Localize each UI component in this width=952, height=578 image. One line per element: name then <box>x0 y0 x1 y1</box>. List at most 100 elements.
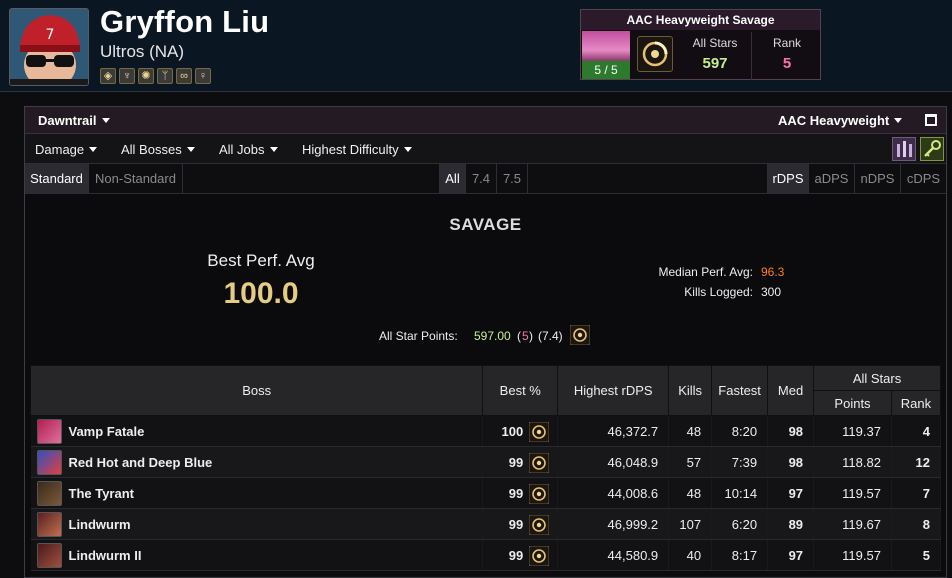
all-star-swirl-icon <box>529 484 550 504</box>
points-cell: 119.37 <box>813 415 892 447</box>
expansion-dropdown[interactable]: Dawntrail <box>38 113 110 128</box>
zone-thumbnail: 5 / 5 <box>582 31 630 79</box>
best-cell: 99 <box>482 508 559 540</box>
boss-column-header[interactable]: Boss <box>29 365 484 416</box>
chevron-down-icon <box>186 147 195 152</box>
rdps-toggle[interactable]: rDPS <box>767 164 809 193</box>
kills-cell: 57 <box>668 446 713 478</box>
jobs-dropdown[interactable]: All Jobs <box>219 142 278 157</box>
patch-7-4-toggle[interactable]: 7.4 <box>466 164 497 193</box>
all-star-rank-open-paren: ( <box>517 329 521 343</box>
kills-logged-value: 300 <box>761 285 782 299</box>
kills-cell: 40 <box>668 539 713 571</box>
zone-label: AAC Heavyweight <box>778 113 890 128</box>
table-row[interactable]: Vamp Fatale 100 46,372.7 48 8:20 98 119.… <box>30 415 942 447</box>
kills-logged-label: Kills Logged: <box>684 285 753 299</box>
median-perf-label: Median Perf. Avg: <box>658 265 754 279</box>
healer-job-icon[interactable]: ♆ <box>119 68 135 84</box>
chevron-down-icon <box>894 118 903 123</box>
rank-cell: 4 <box>891 415 942 447</box>
all-star-rank-value: 5 <box>522 329 529 343</box>
best-cell: 99 <box>482 446 559 478</box>
chevron-down-icon <box>89 147 98 152</box>
boss-name[interactable]: Lindwurm <box>69 517 131 532</box>
all-stars-value: 597 <box>702 55 728 72</box>
kills-cell: 48 <box>668 415 713 447</box>
rdps-column-header[interactable]: Highest rDPS <box>557 365 670 416</box>
fastest-cell: 8:20 <box>711 415 769 447</box>
boss-cell[interactable]: The Tyrant <box>30 477 484 509</box>
median-perf-value: 96.3 <box>761 265 785 279</box>
standard-toggle[interactable]: Standard <box>25 164 89 193</box>
all-star-swirl-icon <box>529 515 550 535</box>
table-row[interactable]: Lindwurm 99 46,999.2 107 6:20 89 119.67 … <box>30 508 942 540</box>
star-job-icon[interactable]: ✺ <box>138 68 154 84</box>
cdps-toggle[interactable]: cDPS <box>901 164 946 193</box>
key-job-icon[interactable]: ♀ <box>195 68 211 84</box>
patch-all-toggle[interactable]: All <box>439 164 466 193</box>
job-icon-list: ◈ ♆ ✺ ᛘ ∞ ♀ <box>100 68 211 84</box>
rank-cell: 12 <box>891 446 942 478</box>
difficulty-title: SAVAGE <box>449 215 522 234</box>
difficulty-dropdown[interactable]: Highest Difficulty <box>302 142 412 157</box>
table-row[interactable]: Red Hot and Deep Blue 99 46,048.9 57 7:3… <box>30 446 942 478</box>
med-cell: 98 <box>767 446 815 478</box>
rank-label: Rank <box>772 36 801 50</box>
metric-dropdown[interactable]: Damage <box>35 142 98 157</box>
boss-name[interactable]: The Tyrant <box>69 486 135 501</box>
points-column-header[interactable]: Points <box>813 390 892 416</box>
all-star-swirl-icon <box>637 36 673 72</box>
vamp-fatale-icon <box>36 419 62 444</box>
points-cell: 118.82 <box>813 446 892 478</box>
boss-name[interactable]: Lindwurm II <box>69 548 142 563</box>
jobs-label: All Jobs <box>219 142 265 157</box>
maximize-icon[interactable] <box>925 114 937 126</box>
best-value: 100 <box>501 423 524 439</box>
zone-card-title: AAC Heavyweight Savage <box>581 10 820 30</box>
zone-dropdown[interactable]: AAC Heavyweight <box>778 113 903 128</box>
patch-7-5-toggle[interactable]: 7.5 <box>497 164 528 193</box>
rdps-cell: 46,372.7 <box>557 415 670 447</box>
all-stars-label: All Stars <box>692 36 738 50</box>
boss-name[interactable]: Vamp Fatale <box>69 424 145 439</box>
med-cell: 97 <box>767 539 815 571</box>
fastest-column-header[interactable]: Fastest <box>711 365 769 416</box>
zone-card-divider <box>751 32 752 80</box>
table-row[interactable]: The Tyrant 99 44,008.6 48 10:14 97 119.5… <box>30 477 942 509</box>
bosses-dropdown[interactable]: All Bosses <box>121 142 195 157</box>
best-value: 99 <box>508 516 524 532</box>
rdps-cell: 44,580.9 <box>557 539 670 571</box>
wings-job-icon[interactable]: ᛘ <box>157 68 173 84</box>
table-row[interactable]: Lindwurm II 99 44,580.9 40 8:17 97 119.5… <box>30 539 942 571</box>
infinity-job-icon[interactable]: ∞ <box>176 68 192 84</box>
ndps-toggle[interactable]: nDPS <box>855 164 901 193</box>
best-column-header[interactable]: Best % <box>482 365 559 416</box>
med-column-header[interactable]: Med <box>767 365 815 416</box>
key-icon[interactable] <box>920 137 944 161</box>
best-cell: 99 <box>482 477 559 509</box>
tank-job-icon[interactable]: ◈ <box>100 68 116 84</box>
points-cell: 119.57 <box>813 539 892 571</box>
rank-column-header[interactable]: Rank <box>890 390 942 416</box>
rankings-panel: Dawntrail AAC Heavyweight Damage All Bos… <box>24 106 947 578</box>
zone-summary-card[interactable]: AAC Heavyweight Savage 5 / 5 All Stars 5… <box>580 9 821 80</box>
lindwurm-ii-icon <box>36 543 62 568</box>
character-name: Gryffon Liu <box>100 4 270 39</box>
all-star-swirl-icon <box>529 453 550 473</box>
difficulty-label: Highest Difficulty <box>302 142 399 157</box>
kills-column-header[interactable]: Kills <box>668 365 713 416</box>
best-cell: 100 <box>482 415 559 447</box>
points-cell: 119.67 <box>813 508 892 540</box>
boss-cell[interactable]: Red Hot and Deep Blue <box>30 446 484 478</box>
boss-name[interactable]: Red Hot and Deep Blue <box>69 455 213 470</box>
adps-toggle[interactable]: aDPS <box>809 164 855 193</box>
rankings-table: Boss Best % Highest rDPS Kills Fastest M… <box>29 365 942 571</box>
non-standard-toggle[interactable]: Non-Standard <box>89 164 183 193</box>
med-cell: 97 <box>767 477 815 509</box>
party-icon[interactable] <box>892 137 916 161</box>
boss-cell[interactable]: Lindwurm II <box>30 539 484 571</box>
boss-cell[interactable]: Lindwurm <box>30 508 484 540</box>
boss-cell[interactable]: Vamp Fatale <box>30 415 484 447</box>
character-server[interactable]: Ultros (NA) <box>100 42 184 62</box>
rdps-cell: 44,008.6 <box>557 477 670 509</box>
